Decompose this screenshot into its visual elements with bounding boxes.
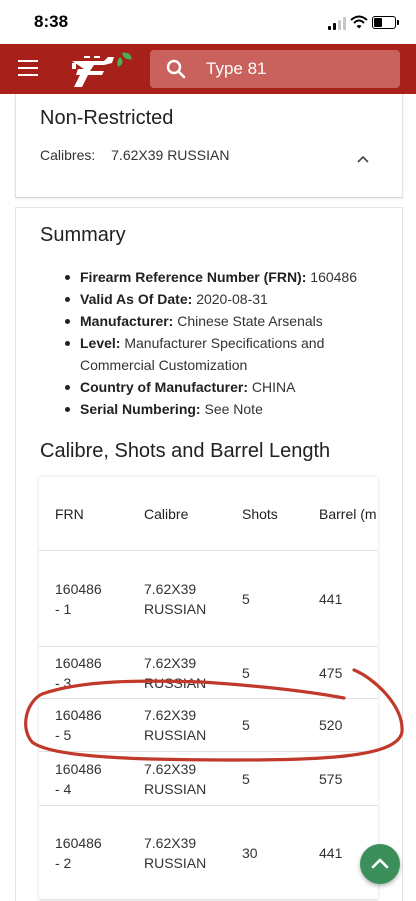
frn-cell: 160486: [55, 654, 102, 671]
search-icon: [166, 59, 186, 79]
calibre-table-heading: Calibre, Shots and Barrel Length: [40, 440, 331, 462]
shots-cell: 5: [242, 751, 319, 806]
battery-icon: [372, 16, 399, 29]
summary-item: Firearm Reference Number (FRN): 160486: [40, 266, 370, 288]
calibres-row: Calibres: 7.62X39 RUSSIAN: [40, 147, 229, 163]
shots-cell: 30: [242, 805, 319, 900]
frn-cell: 160486: [55, 834, 102, 851]
summary-heading: Summary: [40, 224, 126, 246]
calibre-cell: 7.62X39: [144, 834, 197, 851]
app-bar: [0, 44, 416, 94]
barrel-cell: 520: [319, 698, 378, 752]
calibre-suffix: RUSSIAN: [144, 600, 207, 617]
table-row: 160486 - 3 7.62X39 RUSSIAN 5 475: [39, 646, 378, 699]
summary-item: Level: Manufacturer Specifications and C…: [40, 332, 370, 376]
details-card: Summary Firearm Reference Number (FRN): …: [15, 207, 403, 901]
table-row: 160486 - 4 7.62X39 RUSSIAN 5 575: [39, 751, 378, 806]
shots-cell: 5: [242, 646, 319, 699]
calibre-cell: 7.62X39: [144, 580, 197, 597]
frn-suffix: - 1: [55, 600, 72, 617]
calibre-suffix: RUSSIAN: [144, 674, 207, 691]
frn-suffix: - 3: [55, 674, 72, 691]
app-logo[interactable]: [64, 47, 136, 91]
calibre-suffix: RUSSIAN: [144, 727, 207, 743]
shots-cell: 5: [242, 698, 319, 752]
search-input[interactable]: [206, 50, 391, 88]
calibre-suffix: RUSSIAN: [144, 854, 207, 871]
shots-cell: 5: [242, 550, 319, 647]
search-bar[interactable]: [150, 50, 400, 88]
barrel-cell: 475: [319, 646, 378, 699]
classification-heading: Non-Restricted: [40, 107, 174, 129]
chevron-up-icon[interactable]: [356, 154, 370, 164]
barrel-cell: 575: [319, 751, 378, 806]
summary-item: Serial Numbering: See Note: [40, 398, 370, 420]
table-row: 160486 - 1 7.62X39 RUSSIAN 5 441: [39, 550, 378, 647]
status-bar: 8:38: [0, 0, 416, 44]
calibres-label: Calibres:: [40, 147, 96, 163]
frn-suffix: - 4: [55, 780, 72, 797]
calibre-table-scroll[interactable]: FRN Calibre Shots Barrel (m 160486 - 1 7.…: [39, 477, 378, 900]
calibre-table: FRN Calibre Shots Barrel (m 160486 - 1 7.…: [39, 477, 378, 900]
column-header-shots[interactable]: Shots: [242, 477, 319, 551]
frn-cell: 160486: [55, 580, 102, 597]
column-header-barrel[interactable]: Barrel (m: [319, 477, 378, 551]
summary-list: Firearm Reference Number (FRN): 160486 V…: [40, 266, 370, 420]
frn-suffix: - 2: [55, 854, 72, 871]
frn-suffix: - 5: [55, 727, 72, 743]
column-header-calibre[interactable]: Calibre: [144, 477, 242, 551]
summary-item: Country of Manufacturer: CHINA: [40, 376, 370, 398]
cell-signal-icon: [328, 17, 346, 30]
status-time: 8:38: [34, 12, 69, 31]
chevron-up-icon: [371, 858, 389, 869]
hamburger-menu-icon[interactable]: [18, 60, 38, 76]
barrel-cell: 441: [319, 550, 378, 647]
table-header-row: FRN Calibre Shots Barrel (m: [39, 477, 378, 551]
calibre-suffix: RUSSIAN: [144, 780, 207, 797]
calibre-cell: 7.62X39: [144, 760, 197, 777]
summary-item: Valid As Of Date: 2020-08-31: [40, 288, 370, 310]
column-header-frn[interactable]: FRN: [39, 477, 144, 551]
summary-item: Manufacturer: Chinese State Arsenals: [40, 310, 370, 332]
scroll-to-top-button[interactable]: [360, 844, 400, 884]
table-row: 160486- 2 7.62X39 RUSSIAN 30 441: [39, 805, 378, 900]
frn-cell: 160486: [55, 760, 102, 777]
wifi-icon: [350, 15, 368, 29]
calibres-value: 7.62X39 RUSSIAN: [111, 147, 230, 163]
calibre-cell: 7.62X39: [144, 707, 197, 723]
calibre-cell: 7.62X39: [144, 654, 197, 671]
table-row: 160486 - 5 7.62X39 RUSSIAN 5 520: [39, 698, 378, 752]
classification-card: Non-Restricted Calibres: 7.62X39 RUSSIAN: [15, 94, 403, 198]
frn-cell: 160486: [55, 707, 102, 723]
